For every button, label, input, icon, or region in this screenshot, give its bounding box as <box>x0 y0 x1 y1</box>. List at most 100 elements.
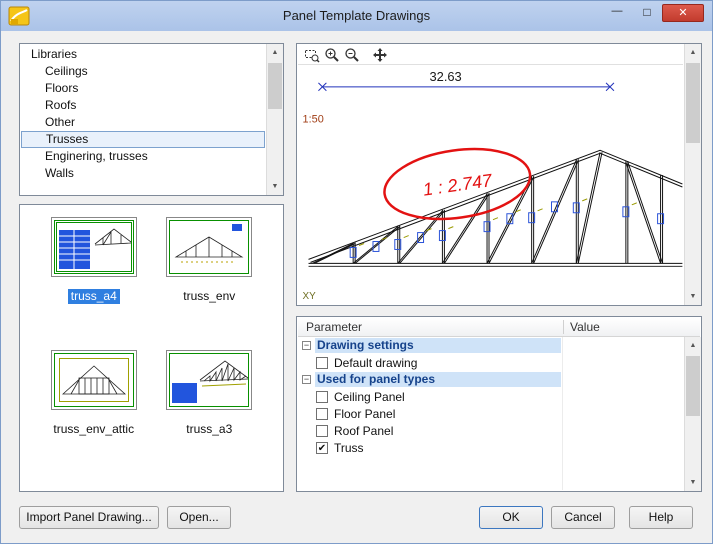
tree-item-ceilings[interactable]: Ceilings <box>21 63 265 80</box>
origin-label: XY <box>303 291 317 302</box>
preview-scrollbar[interactable]: ▲ ▼ <box>684 44 701 305</box>
ratio-callout: 1 : 2.747 <box>380 140 535 227</box>
checkbox-floor-panel[interactable] <box>316 408 328 420</box>
param-row-floor-panel[interactable]: Floor Panel <box>298 405 683 422</box>
checkbox-truss[interactable]: ✔ <box>316 442 328 454</box>
tree-item-label: Libraries <box>31 47 77 61</box>
scale-label: 1:50 <box>303 114 324 126</box>
group-highlight: Drawing settings <box>315 338 561 353</box>
pan-button[interactable] <box>370 46 390 64</box>
param-label: Default drawing <box>334 356 417 370</box>
param-row-default-drawing[interactable]: Default drawing <box>298 354 683 371</box>
zoom-in-icon <box>324 47 340 63</box>
truss-drawing: 32.63 1:50 <box>298 65 683 304</box>
checkbox-ceiling-panel[interactable] <box>316 391 328 403</box>
tree-item-label: Trusses <box>46 132 88 146</box>
templates-panel: truss_a4 truss_env <box>19 204 284 492</box>
scroll-up-icon: ▲ <box>690 49 697 56</box>
param-row-ceiling-panel[interactable]: Ceiling Panel <box>298 388 683 405</box>
scroll-down-icon: ▼ <box>690 479 697 486</box>
group-highlight: Used for panel types <box>315 372 561 387</box>
tree-item-label: Other <box>45 115 75 129</box>
tree-item-roofs[interactable]: Roofs <box>21 97 265 114</box>
param-row-roof-panel[interactable]: Roof Panel <box>298 422 683 439</box>
help-button[interactable]: Help <box>629 506 693 529</box>
member-tags <box>359 199 637 246</box>
import-panel-drawing-button[interactable]: Import Panel Drawing... <box>19 506 159 529</box>
thumbnail-image-truss_env_attic[interactable] <box>51 350 137 410</box>
tree-item-label: Roofs <box>45 98 76 112</box>
parameters-body: − Drawing settings Default drawing − Use… <box>298 337 683 490</box>
checkbox-roof-panel[interactable] <box>316 425 328 437</box>
column-divider[interactable] <box>563 320 564 334</box>
maximize-button[interactable]: □ <box>634 4 660 22</box>
tree-item-label: Floors <box>45 81 78 95</box>
tree-item-trusses[interactable]: Trusses <box>21 131 265 148</box>
title-bar[interactable]: Panel Template Drawings — □ ✕ <box>1 1 712 31</box>
param-row-truss[interactable]: ✔ Truss <box>298 439 683 456</box>
zoom-in-button[interactable] <box>322 46 342 64</box>
scroll-up-button[interactable]: ▲ <box>267 44 283 61</box>
param-group-label: Used for panel types <box>317 372 435 386</box>
libraries-tree: Libraries Ceilings Floors Roofs Other Tr… <box>21 46 265 194</box>
preview-toolbar <box>298 45 683 65</box>
tree-item-label: Enginering, trusses <box>45 149 148 163</box>
template-item-truss_env[interactable]: truss_env <box>152 217 268 350</box>
template-item-truss_env_attic[interactable]: truss_env_attic <box>36 350 152 483</box>
zoom-out-button[interactable] <box>342 46 362 64</box>
template-item-truss_a4[interactable]: truss_a4 <box>36 217 152 350</box>
scroll-down-button[interactable]: ▼ <box>267 178 283 195</box>
param-group-drawing-settings[interactable]: − Drawing settings <box>298 337 683 354</box>
scroll-thumb[interactable] <box>686 356 700 416</box>
open-button[interactable]: Open... <box>167 506 231 529</box>
param-label: Roof Panel <box>334 424 393 438</box>
tree-item-libraries[interactable]: Libraries <box>21 46 265 63</box>
tree-item-other[interactable]: Other <box>21 114 265 131</box>
template-label[interactable]: truss_env <box>180 289 238 304</box>
zoom-window-button[interactable] <box>302 46 322 64</box>
truss-webs <box>312 152 660 263</box>
close-button[interactable]: ✕ <box>662 4 704 22</box>
thumbnail-image-truss_env[interactable] <box>166 217 252 277</box>
minimize-button[interactable]: — <box>604 4 630 22</box>
thumbnail-image-truss_a4[interactable] <box>51 217 137 277</box>
scroll-down-button[interactable]: ▼ <box>685 474 701 491</box>
preview-canvas[interactable]: 32.63 1:50 <box>298 65 683 304</box>
tree-item-enginering-trusses[interactable]: Enginering, trusses <box>21 148 265 165</box>
param-group-label: Drawing settings <box>317 338 414 352</box>
param-label: Truss <box>334 441 364 455</box>
template-item-truss_a3[interactable]: truss_a3 <box>152 350 268 483</box>
tree-item-label: Walls <box>45 166 74 180</box>
scroll-thumb[interactable] <box>268 63 282 109</box>
libraries-scrollbar[interactable]: ▲ ▼ <box>266 44 283 195</box>
checkbox-default-drawing[interactable] <box>316 357 328 369</box>
cancel-button[interactable]: Cancel <box>551 506 615 529</box>
template-label[interactable]: truss_env_attic <box>50 422 137 437</box>
template-label[interactable]: truss_a4 <box>68 289 120 304</box>
tree-item-label: Ceilings <box>45 64 88 78</box>
zoom-out-icon <box>344 47 360 63</box>
column-header-parameter[interactable]: Parameter <box>306 320 362 334</box>
scroll-down-button[interactable]: ▼ <box>685 288 701 305</box>
scroll-up-button[interactable]: ▲ <box>685 44 701 61</box>
parameters-scrollbar[interactable]: ▲ ▼ <box>684 337 701 491</box>
ratio-annotation: 1 : 2.747 <box>422 170 495 200</box>
column-header-value[interactable]: Value <box>570 320 600 334</box>
scroll-up-button[interactable]: ▲ <box>685 337 701 354</box>
thumbnail-image-truss_a3[interactable] <box>166 350 252 410</box>
template-label[interactable]: truss_a3 <box>183 422 235 437</box>
tree-item-walls[interactable]: Walls <box>21 165 265 182</box>
tree-item-floors[interactable]: Floors <box>21 80 265 97</box>
parameters-panel: Parameter Value − Drawing settings Defau… <box>296 316 702 492</box>
pan-icon <box>372 47 388 63</box>
param-label: Floor Panel <box>334 407 395 421</box>
scroll-up-icon: ▲ <box>690 342 697 349</box>
scroll-down-icon: ▼ <box>272 183 279 190</box>
param-group-used-for-panel-types[interactable]: − Used for panel types <box>298 371 683 388</box>
checkmark-icon: ✔ <box>318 443 326 454</box>
ok-button[interactable]: OK <box>479 506 543 529</box>
preview-panel: 32.63 1:50 <box>296 43 702 306</box>
scroll-thumb[interactable] <box>686 63 700 143</box>
collapse-icon[interactable]: − <box>302 341 311 350</box>
collapse-icon[interactable]: − <box>302 375 311 384</box>
